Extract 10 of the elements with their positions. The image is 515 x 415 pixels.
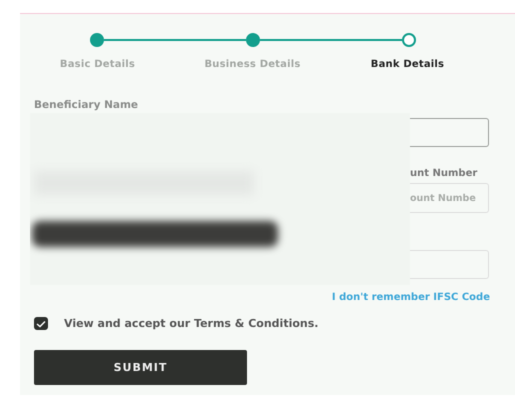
step-tab[interactable]: Bank Details [370, 59, 444, 70]
input-field[interactable] [410, 118, 489, 147]
checkbox[interactable] [34, 317, 48, 330]
submit-button[interactable]: SUBMIT [34, 350, 247, 385]
field-label: Beneficiary Name [34, 99, 138, 111]
step-tab[interactable]: Basic Details [60, 59, 136, 70]
ifsc-link[interactable]: I don't remember IFSC Code [332, 292, 490, 303]
step-tab[interactable]: Business Details [204, 59, 301, 70]
field-label: unt Number [410, 168, 478, 179]
terms-label: View and accept our Terms & Conditions. [64, 317, 318, 330]
